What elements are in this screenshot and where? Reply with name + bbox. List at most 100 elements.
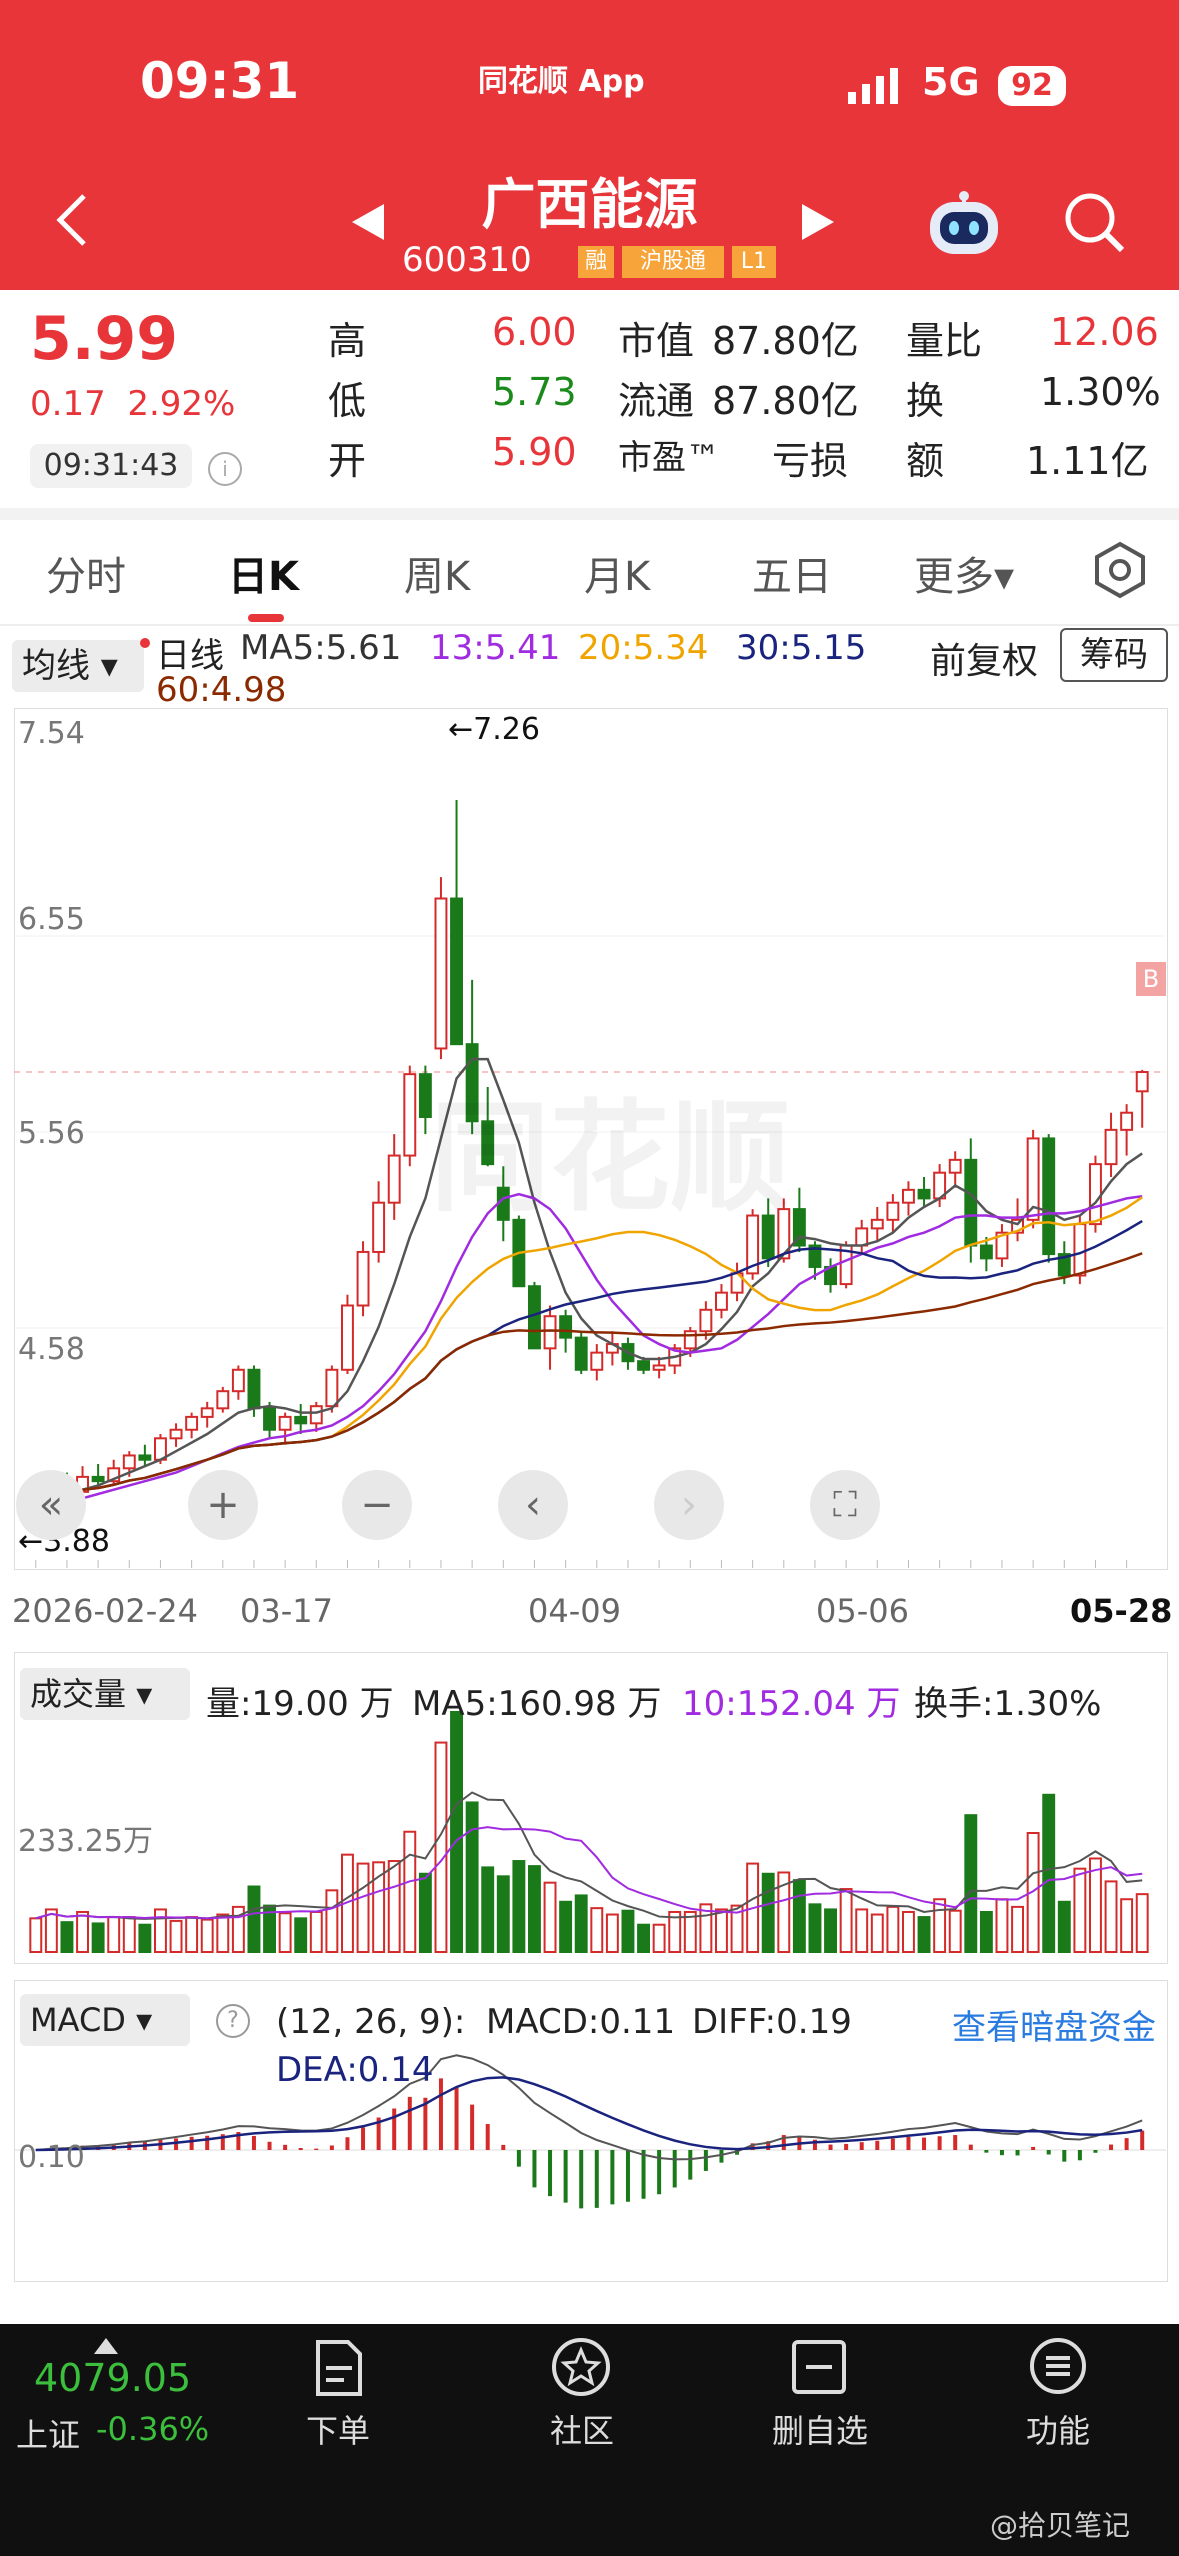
candle-body: [948, 1158, 962, 1174]
tab-daily-k[interactable]: 日K: [228, 544, 299, 602]
turn-value: 1.30%: [1040, 370, 1161, 414]
volume-bar: [605, 1913, 619, 1954]
volume-bar: [185, 1916, 199, 1954]
volume-bar: [496, 1875, 510, 1953]
open-label: 开: [328, 439, 367, 483]
volume-bar: [356, 1862, 370, 1954]
zoom-in-icon[interactable]: +: [188, 1470, 258, 1540]
candle-body: [637, 1360, 650, 1371]
volume-bar: [1073, 1867, 1087, 1953]
quote-time: 09:31:43: [30, 444, 192, 488]
ma-dropdown[interactable]: 均线 ▾: [12, 640, 144, 692]
adjust-mode[interactable]: 前复权: [930, 632, 1038, 684]
y-tick: 7.54: [18, 716, 85, 751]
turn-label: 换: [906, 379, 945, 423]
low-value: 5.73: [492, 370, 577, 414]
scroll-right-icon[interactable]: ›: [654, 1470, 724, 1540]
index-change: -0.36%: [96, 2410, 210, 2448]
settings-hexagon-icon[interactable]: [1090, 540, 1150, 600]
tab-weekly-k[interactable]: 周K: [404, 544, 470, 602]
remove-watchlist-icon[interactable]: [790, 2338, 848, 2396]
candle-body: [1104, 1128, 1118, 1166]
scroll-left-icon[interactable]: ‹: [498, 1470, 568, 1540]
function-menu-icon[interactable]: [1028, 2336, 1088, 2396]
ma13-value: 13:5.41: [430, 628, 561, 668]
nav-community[interactable]: 社区: [550, 2406, 614, 2452]
volume-bar: [325, 1889, 339, 1953]
volume-bar: [169, 1919, 183, 1954]
candle-body: [902, 1188, 915, 1204]
candle-body: [699, 1308, 713, 1333]
dark-pool-link[interactable]: 查看暗盘资金: [952, 2000, 1156, 2049]
volume-bar: [715, 1908, 728, 1954]
status-app-name: 同花顺 App: [478, 64, 645, 99]
tab-more[interactable]: 更多▾: [914, 544, 1014, 602]
chip-button[interactable]: 筹码: [1060, 628, 1168, 682]
pe-value: 亏损: [772, 439, 849, 483]
candle-body: [450, 897, 463, 1046]
candle-body: [216, 1390, 230, 1410]
fullscreen-icon[interactable]: ⛶: [810, 1470, 880, 1540]
macd-dropdown[interactable]: MACD ▾: [20, 1994, 190, 2046]
next-stock-icon[interactable]: [800, 202, 836, 242]
buy-marker: B: [1136, 962, 1166, 996]
volume-bar: [1135, 1893, 1149, 1953]
candle-body: [917, 1188, 931, 1200]
low-label: 低: [328, 379, 367, 423]
volume-bar: [683, 1910, 697, 1954]
mcap-label: 市值: [618, 319, 695, 363]
volume-bar: [60, 1921, 74, 1954]
open-value: 5.90: [492, 430, 577, 474]
divider: [0, 624, 1179, 626]
date-label: 05-06: [816, 1592, 909, 1630]
volume-bar: [824, 1908, 837, 1954]
help-icon[interactable]: ?: [216, 2004, 250, 2038]
volume-bar: [200, 1918, 214, 1954]
info-icon[interactable]: i: [208, 452, 242, 486]
volume-bar: [309, 1910, 323, 1954]
volume-bar: [979, 1910, 993, 1954]
volume-bar: [1042, 1793, 1056, 1953]
dot-marker: [140, 638, 150, 648]
community-icon[interactable]: [550, 2336, 612, 2398]
volume-bar: [637, 1923, 650, 1954]
tab-intraday[interactable]: 分时: [46, 544, 126, 602]
macd-value: MACD:0.11: [486, 2002, 676, 2042]
candle-body: [341, 1304, 354, 1371]
zoom-out-icon[interactable]: −: [342, 1470, 412, 1540]
pe-label: 市盈™: [618, 438, 720, 478]
candle-body: [200, 1407, 214, 1418]
volume-bar: [154, 1908, 167, 1954]
nav-remove-watchlist[interactable]: 删自选: [772, 2406, 868, 2452]
index-value[interactable]: 4079.05: [34, 2356, 191, 2400]
candle-body: [387, 1154, 401, 1204]
prev-stock-icon[interactable]: [350, 202, 386, 242]
date-label: 05-28: [1070, 1592, 1173, 1630]
y-tick: 5.56: [18, 1116, 85, 1151]
candle-body: [169, 1428, 183, 1440]
search-icon[interactable]: [1062, 190, 1126, 254]
tab-monthly-k[interactable]: 月K: [584, 544, 650, 602]
candle-body: [652, 1364, 666, 1371]
zoom-expand-icon[interactable]: «: [16, 1470, 86, 1540]
divider: [0, 508, 1179, 520]
candle-body: [1135, 1071, 1149, 1093]
robot-assistant-icon[interactable]: [924, 188, 1004, 260]
index-name: 上证: [16, 2416, 81, 2454]
tab-five-day[interactable]: 五日: [752, 544, 832, 602]
y-tick: 4.58: [18, 1332, 85, 1367]
nav-order[interactable]: 下单: [306, 2406, 370, 2452]
tag-level: L1: [732, 246, 776, 278]
turnover-value: 换手:1.30%: [914, 1684, 1102, 1724]
high-label: 高: [328, 319, 367, 363]
volume-bar: [418, 1872, 432, 1953]
volume-bar: [808, 1903, 822, 1953]
stock-code: 600310: [402, 240, 532, 280]
nav-function[interactable]: 功能: [1026, 2406, 1090, 2452]
active-tab-indicator: [248, 614, 284, 622]
volume-bar: [870, 1913, 884, 1954]
volume-y-tick: 233.25万: [18, 1824, 153, 1859]
order-icon[interactable]: [312, 2338, 366, 2398]
candle-body: [574, 1336, 588, 1371]
volume-dropdown[interactable]: 成交量 ▾: [20, 1668, 190, 1720]
